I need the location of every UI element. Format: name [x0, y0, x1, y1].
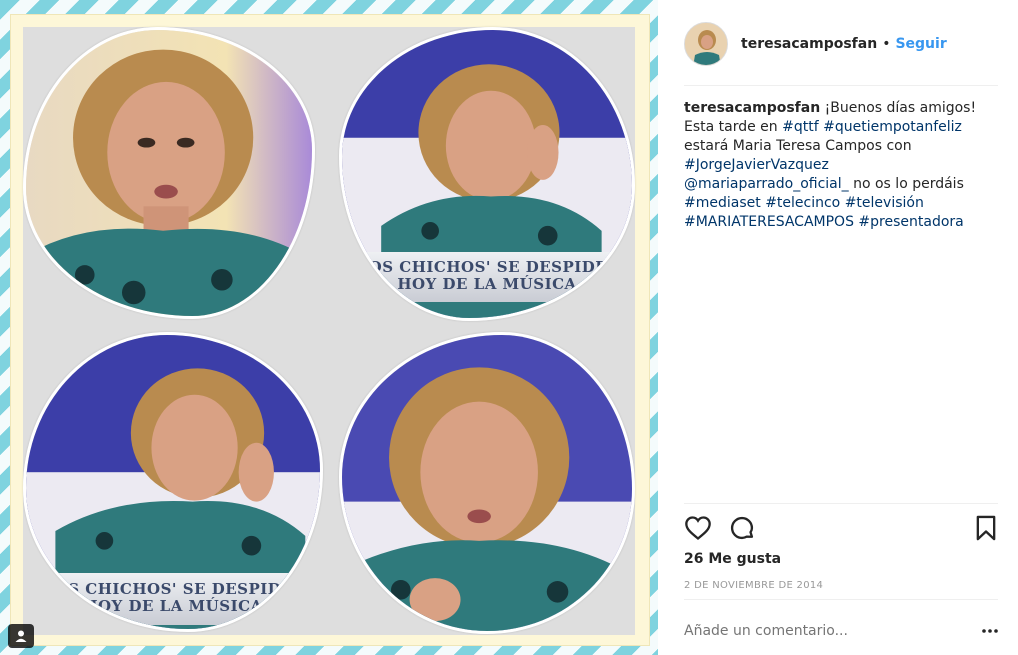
post-image[interactable]: 'LOS CHICHOS' SE DESPIDEN HOY DE LA MÚSI…: [0, 0, 658, 655]
caption-text-segment: no os lo perdáis: [848, 176, 964, 192]
tv-caption-band: 'LOS CHICHOS' SE DESPIDEN HOY DE LA MÚSI…: [26, 573, 320, 625]
bookmark-icon[interactable]: [972, 514, 1000, 542]
caption-username[interactable]: teresacamposfan: [684, 100, 820, 116]
collage-photo-2: 'LOS CHICHOS' SE DESPIDEN HOY DE LA MÚSI…: [339, 27, 635, 321]
tv-caption-line-2: HOY DE LA MÚSICA: [397, 274, 577, 293]
photo-collage: 'LOS CHICHOS' SE DESPIDEN HOY DE LA MÚSI…: [23, 27, 635, 635]
hashtag-link[interactable]: #telecinco: [765, 195, 840, 211]
divider: [684, 503, 998, 504]
hashtag-link[interactable]: #qttf: [782, 119, 819, 135]
post-date: 2 DE NOVIEMBRE DE 2014: [684, 580, 824, 591]
hashtag-link[interactable]: #televisión: [845, 195, 924, 211]
divider: [684, 85, 998, 86]
comment-icon[interactable]: [728, 514, 756, 542]
hashtag-link[interactable]: #quetiempotanfeliz: [823, 119, 962, 135]
collage-photo-1: [23, 27, 315, 319]
like-count[interactable]: 26 Me gusta: [684, 551, 781, 567]
comment-input[interactable]: [684, 616, 954, 646]
more-options-icon[interactable]: [980, 622, 1000, 640]
hashtag-link[interactable]: #presentadora: [858, 214, 963, 230]
divider: [684, 599, 998, 600]
user-tag-icon[interactable]: [8, 624, 34, 648]
collage-photo-4: [339, 332, 635, 634]
username-link[interactable]: teresacamposfan: [741, 36, 877, 52]
collage-photo-3: 'LOS CHICHOS' SE DESPIDEN HOY DE LA MÚSI…: [23, 332, 323, 632]
tv-caption-line-2: HOY DE LA MÚSICA: [83, 596, 263, 615]
header-separator: •: [882, 36, 891, 52]
hashtag-link[interactable]: #mediaset: [684, 195, 761, 211]
follow-button[interactable]: Seguir: [895, 36, 946, 52]
hashtag-link[interactable]: #MARIATERESACAMPOS: [684, 214, 854, 230]
tv-caption-line-1: 'LOS CHICHOS' SE DESPIDEN: [352, 258, 622, 276]
heart-icon[interactable]: [684, 514, 712, 542]
tv-caption-line-1: 'LOS CHICHOS' SE DESPIDEN: [38, 580, 308, 598]
post-caption: teresacamposfan ¡Buenos días amigos! Est…: [684, 99, 994, 232]
tv-caption-band: 'LOS CHICHOS' SE DESPIDEN HOY DE LA MÚSI…: [342, 252, 632, 302]
mention-link[interactable]: @mariaparrado_oficial_: [684, 176, 849, 192]
post-sidebar: teresacamposfan • Seguir teresacamposfan…: [658, 0, 1018, 655]
caption-text-segment: estará Maria Teresa Campos con: [684, 138, 912, 154]
post-header: teresacamposfan • Seguir: [684, 18, 998, 70]
hashtag-link[interactable]: #JorgeJavierVazquez: [684, 157, 829, 173]
caption-text: ¡Buenos días amigos! Esta tarde en #qttf…: [684, 100, 976, 230]
action-bar: [684, 512, 998, 544]
avatar[interactable]: [684, 22, 728, 66]
